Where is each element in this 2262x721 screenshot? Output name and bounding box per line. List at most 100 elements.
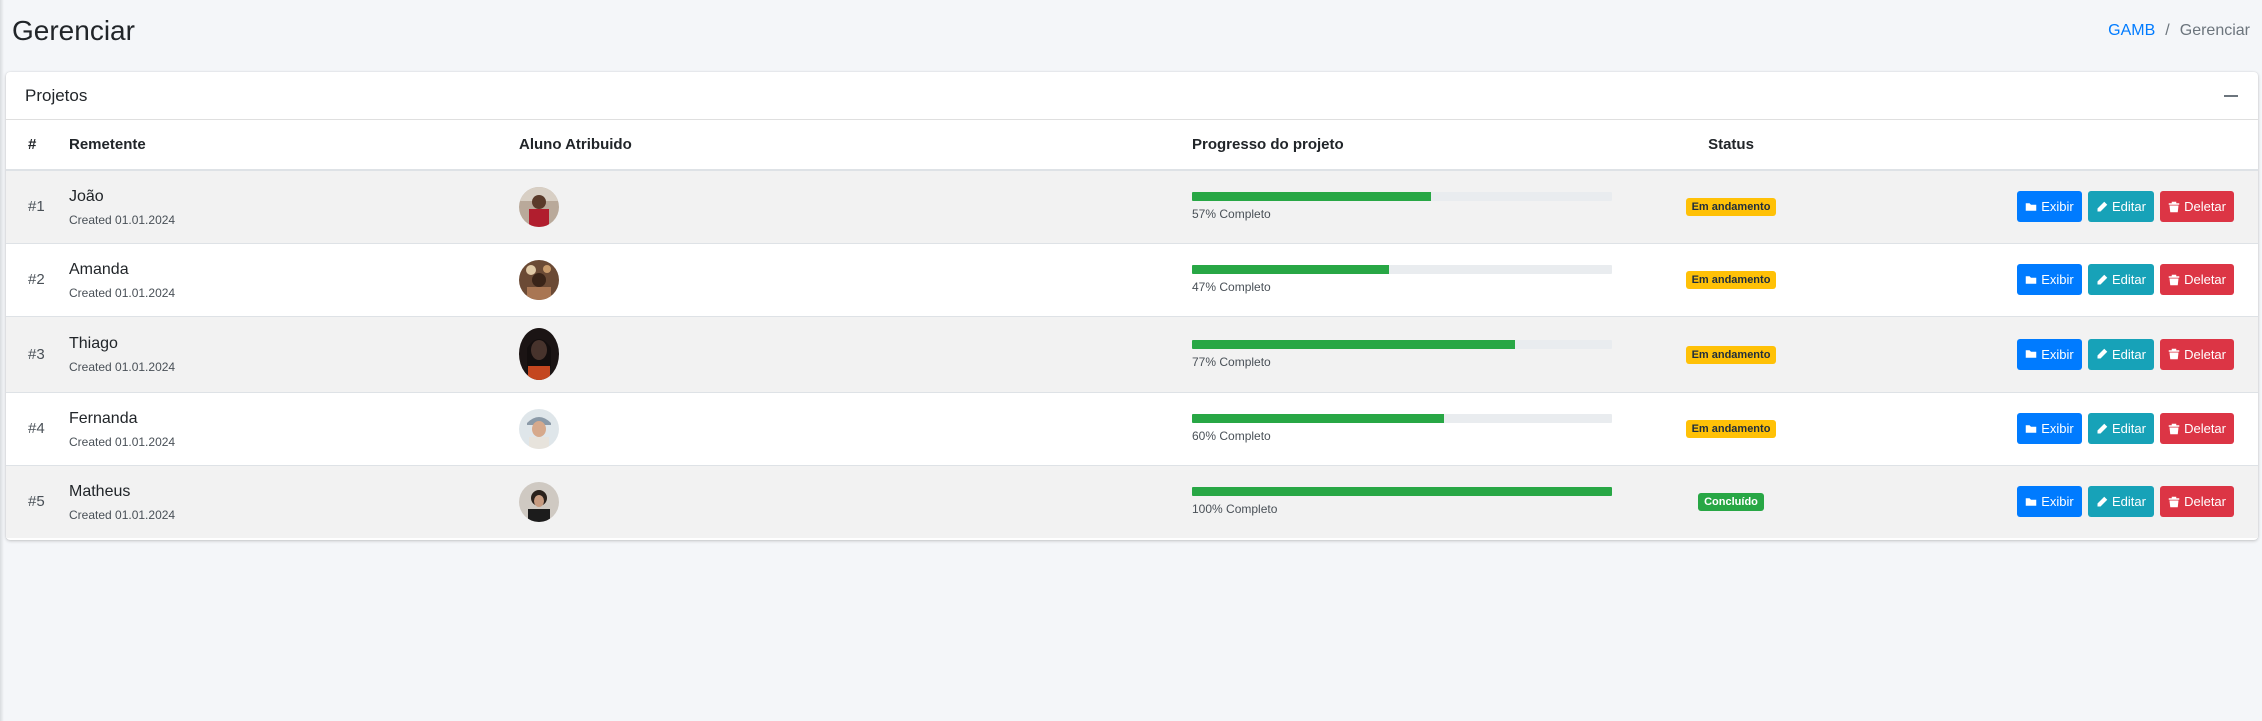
status-badge: Concluído bbox=[1698, 493, 1764, 512]
trash-icon bbox=[2168, 201, 2180, 212]
progress-text: 47% Completo bbox=[1192, 280, 1271, 294]
progress-bar bbox=[1192, 339, 1612, 349]
table-row: #4 Fernanda Created 01.01.2024 60% Compl… bbox=[6, 392, 2258, 465]
view-button-label: Exibir bbox=[2041, 494, 2074, 510]
remetente-name[interactable]: Amanda bbox=[69, 260, 519, 280]
progress-bar-fill bbox=[1192, 192, 1432, 202]
table-row: #3 Thiago Created 01.01.2024 77% Complet… bbox=[6, 316, 2258, 392]
trash-icon bbox=[2168, 348, 2180, 360]
view-button-label: Exibir bbox=[2041, 421, 2074, 436]
table-header-row: # Remetente Aluno Atribuido Progresso do… bbox=[6, 120, 2258, 171]
row-number: #4 bbox=[28, 420, 45, 437]
edit-button[interactable]: Editar bbox=[2087, 413, 2154, 444]
created-date: Created 01.01.2024 bbox=[69, 360, 176, 374]
folder-icon bbox=[2026, 424, 2037, 433]
progress-text: 100% Completo bbox=[1192, 502, 1278, 517]
delete-button[interactable]: Deletar bbox=[2160, 486, 2234, 518]
row-number: #3 bbox=[28, 345, 45, 363]
minus-icon bbox=[2224, 94, 2238, 97]
folder-icon bbox=[2026, 498, 2037, 506]
progress-bar bbox=[1192, 414, 1612, 423]
folder-icon bbox=[2026, 203, 2037, 211]
sidebar-edge bbox=[0, 0, 4, 721]
edit-button[interactable]: Editar bbox=[2087, 338, 2154, 370]
status-badge: Em andamento bbox=[1685, 271, 1777, 289]
trash-icon bbox=[2168, 496, 2180, 507]
edit-button[interactable]: Editar bbox=[2087, 191, 2154, 223]
trash-icon bbox=[2168, 423, 2180, 434]
pencil-icon bbox=[2097, 496, 2108, 507]
view-button[interactable]: Exibir bbox=[2017, 338, 2082, 370]
content-header: Gerenciar GAMB / Gerenciar bbox=[12, 0, 2250, 62]
breadcrumb-separator: / bbox=[2165, 22, 2170, 39]
progress-bar-fill bbox=[1192, 339, 1516, 349]
remetente-name[interactable]: Matheus bbox=[69, 482, 519, 502]
remetente-name[interactable]: Thiago bbox=[69, 334, 519, 354]
card-title: Projetos bbox=[25, 85, 88, 105]
row-number: #5 bbox=[28, 493, 45, 511]
delete-button[interactable]: Deletar bbox=[2160, 338, 2234, 370]
delete-button[interactable]: Deletar bbox=[2160, 191, 2234, 223]
breadcrumb: GAMB / Gerenciar bbox=[2108, 22, 2250, 40]
avatar bbox=[519, 481, 559, 522]
column-header-number: # bbox=[6, 120, 69, 171]
view-button-label: Exibir bbox=[2041, 272, 2074, 287]
avatar bbox=[519, 259, 559, 300]
column-header-remetente: Remetente bbox=[69, 120, 519, 171]
column-header-actions bbox=[1831, 120, 2258, 171]
pencil-icon bbox=[2097, 348, 2108, 359]
delete-button-label: Deletar bbox=[2184, 199, 2226, 215]
edit-button-label: Editar bbox=[2111, 272, 2146, 287]
progress-text: 77% Completo bbox=[1192, 354, 1271, 369]
edit-button[interactable]: Editar bbox=[2087, 264, 2154, 295]
created-date: Created 01.01.2024 bbox=[69, 507, 176, 522]
delete-button-label: Deletar bbox=[2184, 346, 2226, 362]
view-button-label: Exibir bbox=[2041, 346, 2074, 362]
view-button[interactable]: Exibir bbox=[2017, 413, 2082, 444]
column-header-progresso: Progresso do projeto bbox=[1192, 120, 1631, 171]
table-row: #1 João Created 01.01.2024 57% Completo … bbox=[6, 170, 2258, 243]
progress-bar bbox=[1192, 192, 1612, 202]
view-button-label: Exibir bbox=[2041, 199, 2074, 215]
remetente-name[interactable]: Fernanda bbox=[69, 409, 519, 429]
delete-button-label: Deletar bbox=[2184, 421, 2226, 436]
avatar bbox=[519, 408, 559, 449]
breadcrumb-home-link[interactable]: GAMB bbox=[2108, 22, 2155, 40]
row-number: #1 bbox=[28, 198, 45, 216]
column-header-aluno: Aluno Atribuido bbox=[519, 120, 1192, 171]
delete-button-label: Deletar bbox=[2184, 272, 2226, 287]
progress-bar bbox=[1192, 487, 1612, 497]
view-button[interactable]: Exibir bbox=[2017, 191, 2082, 223]
edit-button-label: Editar bbox=[2111, 494, 2146, 510]
column-header-status: Status bbox=[1631, 120, 1831, 171]
card-header: Projetos bbox=[6, 72, 2258, 120]
projects-card: Projetos # Remetente Aluno Atribuido Pro… bbox=[6, 72, 2258, 540]
page-title: Gerenciar bbox=[12, 15, 135, 46]
folder-icon bbox=[2026, 275, 2037, 284]
progress-text: 60% Completo bbox=[1192, 429, 1271, 443]
delete-button[interactable]: Deletar bbox=[2160, 264, 2234, 295]
edit-button-label: Editar bbox=[2111, 421, 2146, 436]
breadcrumb-current: Gerenciar bbox=[2179, 22, 2250, 39]
edit-button[interactable]: Editar bbox=[2087, 486, 2154, 518]
table-row: #5 Matheus Created 01.01.2024 100% Compl… bbox=[6, 465, 2258, 538]
collapse-button[interactable] bbox=[2222, 87, 2240, 105]
pencil-icon bbox=[2097, 423, 2108, 433]
progress-bar-fill bbox=[1192, 414, 1444, 423]
remetente-name[interactable]: João bbox=[69, 187, 519, 207]
created-date: Created 01.01.2024 bbox=[69, 285, 176, 300]
view-button[interactable]: Exibir bbox=[2017, 486, 2082, 518]
projects-table: # Remetente Aluno Atribuido Progresso do… bbox=[6, 120, 2258, 538]
table-row: #2 Amanda Created 01.01.2024 47% Complet… bbox=[6, 243, 2258, 316]
delete-button[interactable]: Deletar bbox=[2160, 413, 2234, 444]
progress-text: 57% Completo bbox=[1192, 207, 1271, 222]
progress-bar-fill bbox=[1192, 265, 1390, 274]
status-badge: Em andamento bbox=[1685, 198, 1777, 217]
progress-bar-fill bbox=[1192, 487, 1612, 497]
edit-button-label: Editar bbox=[2111, 199, 2146, 215]
edit-button-label: Editar bbox=[2111, 346, 2146, 362]
avatar bbox=[519, 328, 559, 380]
view-button[interactable]: Exibir bbox=[2017, 264, 2082, 295]
trash-icon bbox=[2168, 274, 2180, 285]
progress-bar bbox=[1192, 265, 1612, 274]
